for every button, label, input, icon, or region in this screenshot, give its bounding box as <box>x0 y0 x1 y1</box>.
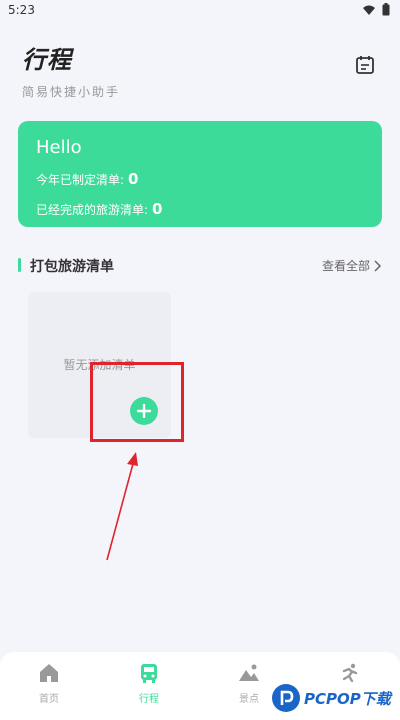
completed-row: 已经完成的旅游清单: 0 <box>36 200 162 218</box>
summary-card: Hello 今年已制定清单: 0 已经完成的旅游清单: 0 <box>18 121 382 227</box>
page-subtitle: 简易快捷小助手 <box>22 85 121 99</box>
mountain-icon <box>239 664 259 681</box>
planned-label: 今年已制定清单: <box>36 173 125 187</box>
battery-icon <box>382 3 390 16</box>
planned-count: 0 <box>128 170 139 188</box>
status-bar: 5:23 <box>0 0 400 22</box>
nav-label-home: 首页 <box>39 694 59 705</box>
watermark-logo-icon <box>272 684 300 712</box>
nav-label-trip: 行程 <box>139 694 159 705</box>
runner-icon <box>342 663 358 683</box>
status-time: 5:23 <box>8 3 35 17</box>
greeting: Hello <box>36 137 82 158</box>
page-header: 行程 简易快捷小助手 <box>22 40 120 100</box>
completed-count: 0 <box>152 200 163 218</box>
nav-item-home[interactable]: 首页 <box>19 662 79 705</box>
page-title: 行程 <box>22 46 72 74</box>
chevron-right-icon <box>374 259 382 272</box>
planned-row: 今年已制定清单: 0 <box>36 170 138 188</box>
section-accent-bar <box>18 258 21 272</box>
wifi-icon <box>363 5 375 15</box>
completed-label: 已经完成的旅游清单: <box>36 203 149 217</box>
nav-item-sights[interactable]: 景点 <box>219 662 279 705</box>
watermark: PCPOP下载 <box>272 684 391 712</box>
status-icons <box>362 3 390 16</box>
section-title: 打包旅游清单 <box>30 259 114 275</box>
highlight-box <box>90 362 184 442</box>
pointer-arrow <box>106 452 138 561</box>
bus-icon <box>141 664 157 683</box>
view-all-link[interactable]: 查看全部 <box>322 257 382 274</box>
nav-label-sights: 景点 <box>239 694 259 705</box>
section-header: 打包旅游清单 查看全部 <box>18 256 382 276</box>
view-all-label: 查看全部 <box>321 259 370 273</box>
home-icon <box>40 664 58 682</box>
watermark-text: PCPOP下载 <box>304 689 391 708</box>
nav-item-trip[interactable]: 行程 <box>119 662 179 705</box>
calendar-icon[interactable] <box>354 54 376 76</box>
